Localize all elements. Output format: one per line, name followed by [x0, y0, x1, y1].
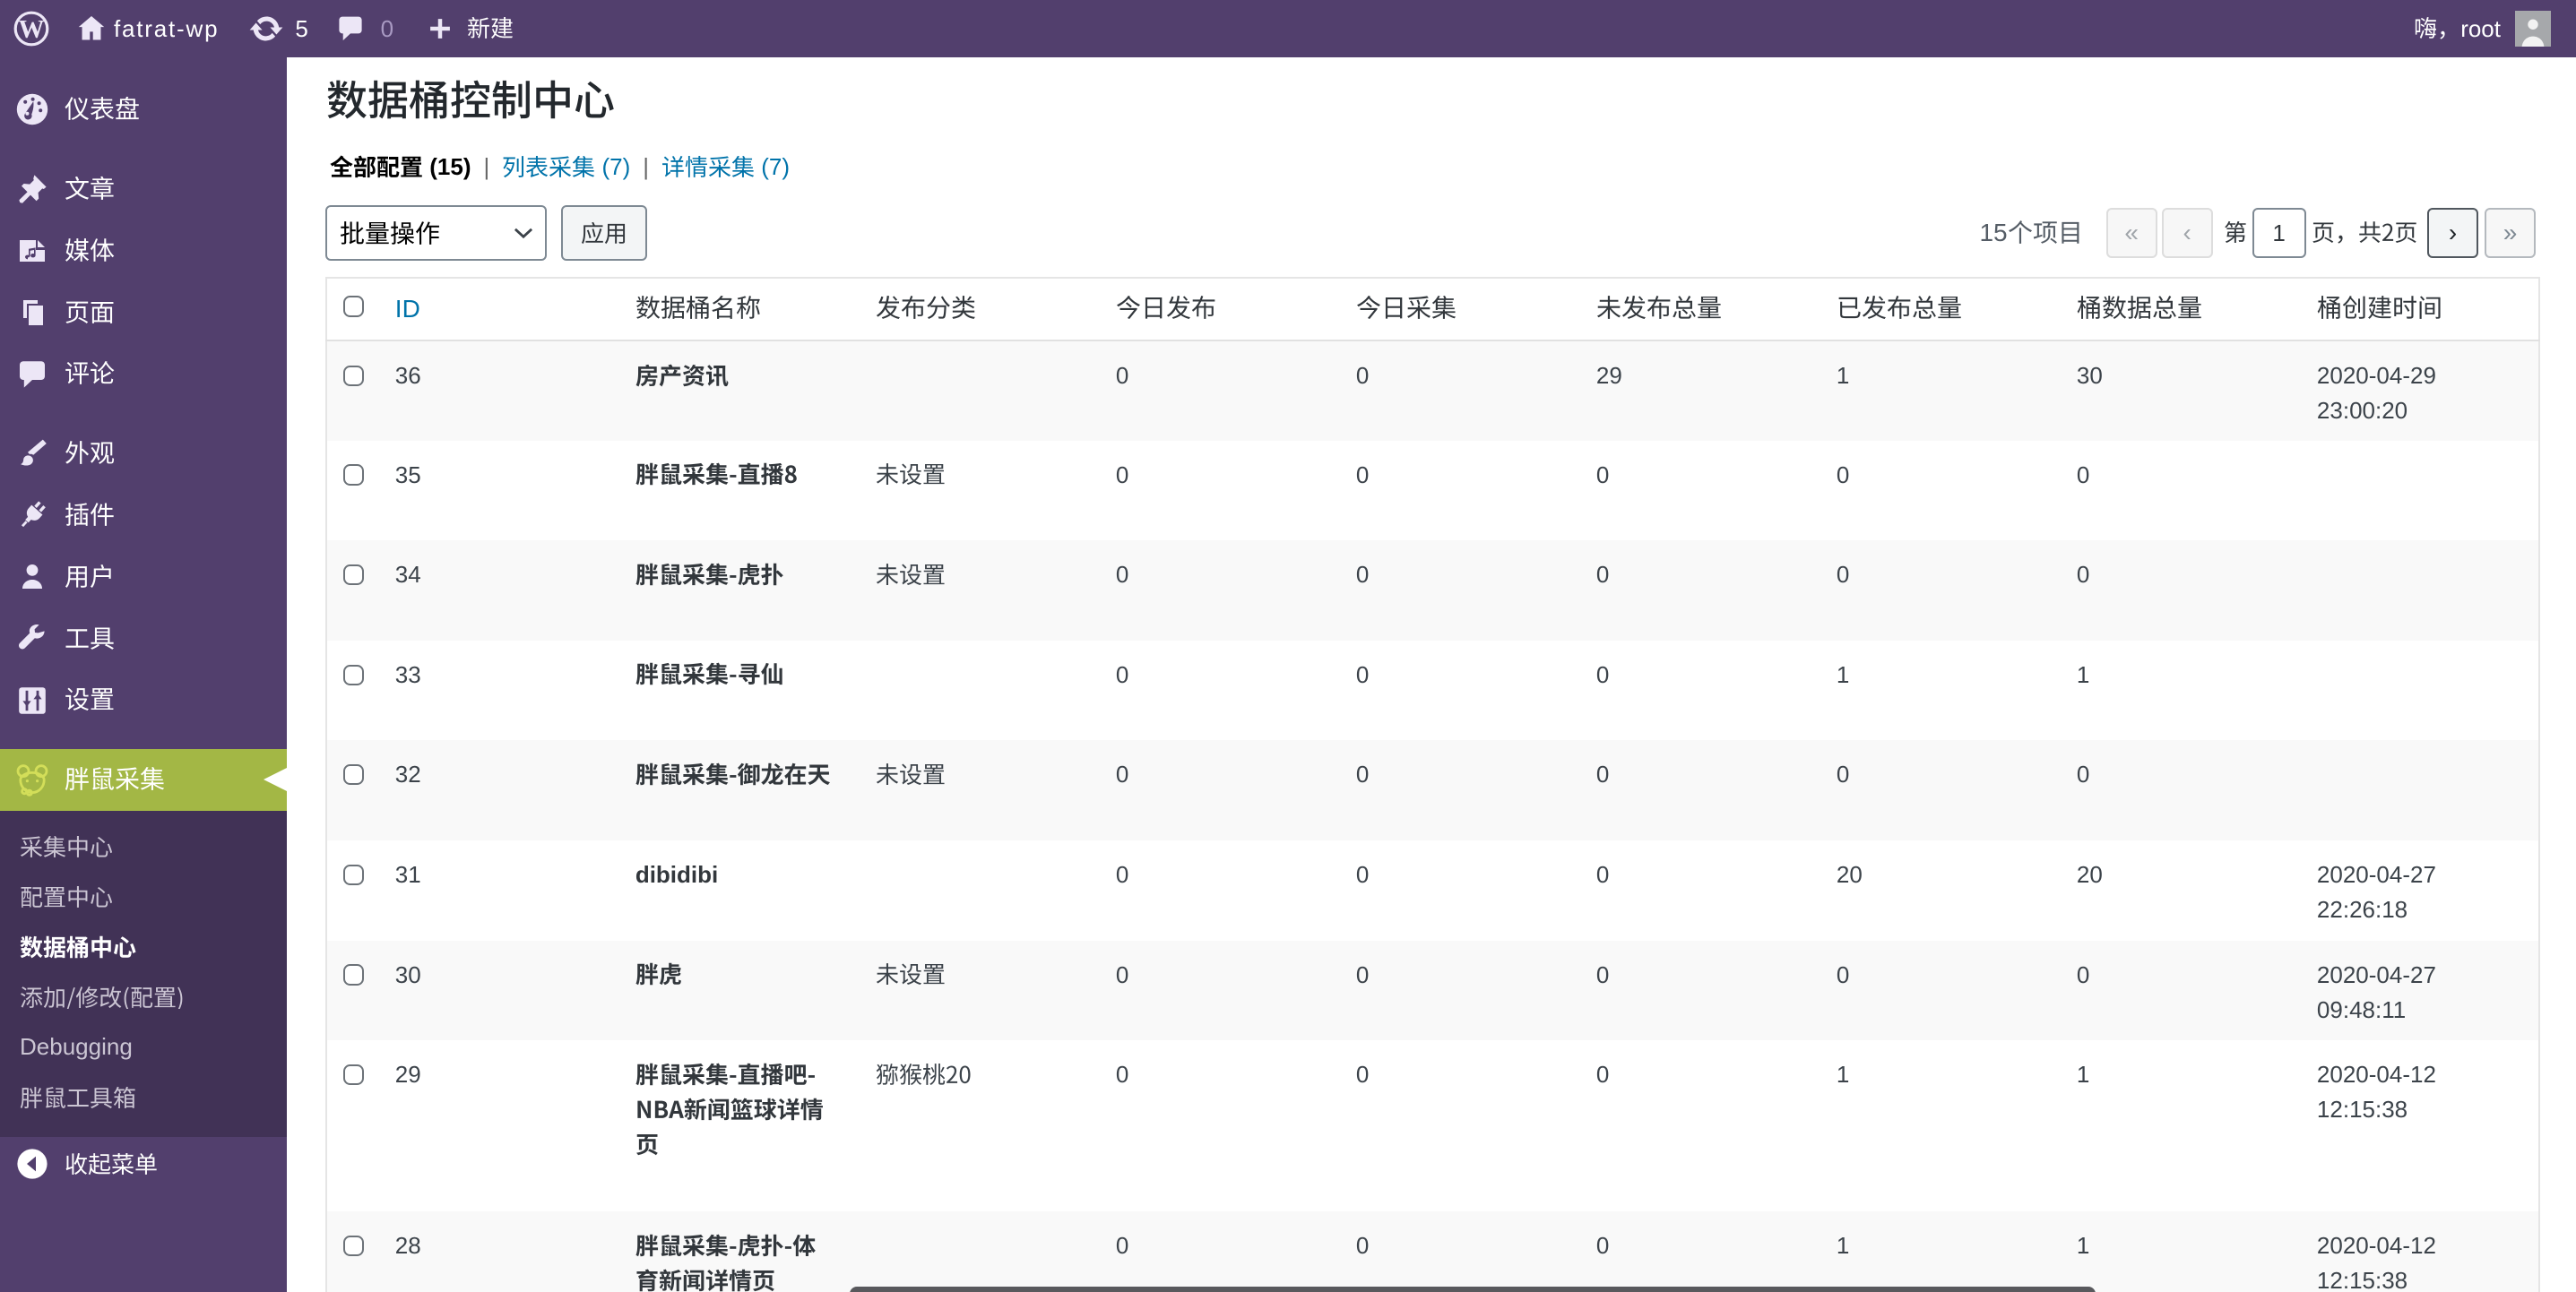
svg-text:W: W [19, 15, 45, 44]
